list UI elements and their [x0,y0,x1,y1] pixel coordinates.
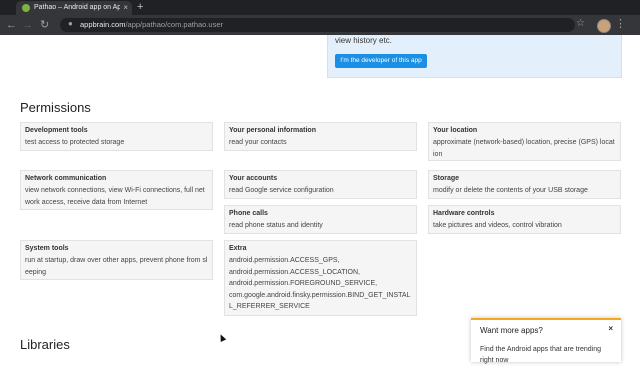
profile-avatar[interactable] [597,19,611,33]
browser-toolbar: ← → ↻ ● appbrain.com/app/pathao/com.path… [0,15,640,35]
permission-title: System tools [25,245,69,252]
back-icon[interactable]: ← [6,17,17,33]
developer-box: view history etc. I'm the developer of t… [327,35,622,78]
libraries-heading: Libraries [20,337,70,352]
permission-desc: run at startup, draw over other apps, pr… [25,257,208,276]
permission-title: Your accounts [229,175,278,182]
permission-card-accounts: Your accounts read Google service config… [224,170,417,199]
permission-desc: test access to protected storage [25,139,125,146]
more-apps-popup: Want more apps? × Find the Android apps … [471,318,621,364]
permission-card-hardware: Hardware controls take pictures and vide… [428,205,621,234]
permission-card-network: Network communication view network conne… [20,170,213,210]
url-host: appbrain.com [80,20,126,29]
permission-title: Your location [433,127,478,134]
mouse-cursor-icon [217,333,227,342]
permission-title: Hardware controls [433,210,495,217]
popup-desc[interactable]: Find the Android apps that are trending … [480,344,610,366]
permission-card-personal-info: Your personal information read your cont… [224,122,417,151]
bookmark-star-icon[interactable]: ☆ [576,18,585,29]
permission-desc: view network connections, view Wi-Fi con… [25,187,205,206]
browser-menu-icon[interactable]: ⋮ [615,17,626,30]
permissions-heading: Permissions [20,100,91,115]
new-tab-button[interactable]: + [137,1,143,14]
browser-tab[interactable]: Pathao – Android app on AppBr × [16,1,132,15]
permission-title: Storage [433,175,460,182]
popup-close-icon[interactable]: × [608,324,613,333]
permission-desc: read your contacts [229,139,287,146]
permission-desc: take pictures and videos, control vibrat… [433,222,562,229]
permission-card-storage: Storage modify or delete the contents of… [428,170,621,199]
url-text: appbrain.com/app/pathao/com.pathao.user [80,20,223,29]
developer-button[interactable]: I'm the developer of this app [335,54,427,68]
permission-card-extra: Extra android.permission.ACCESS_GPS, and… [224,240,417,316]
permission-card-location: Your location approximate (network-based… [428,122,621,161]
permission-desc: modify or delete the contents of your US… [433,187,588,194]
popup-title: Want more apps? [480,326,543,335]
tab-title: Pathao – Android app on AppBr [34,4,120,11]
permission-card-development-tools: Development tools test access to protect… [20,122,213,151]
favicon-icon [22,4,30,12]
permission-title: Extra [229,245,247,252]
permission-title: Network communication [25,175,107,182]
permission-desc: approximate (network-based) location, pr… [433,139,615,158]
permission-desc: android.permission.ACCESS_GPS, android.p… [229,257,411,310]
lock-icon: ● [68,19,73,28]
reload-icon[interactable]: ↻ [40,17,49,33]
permission-title: Development tools [25,127,88,134]
permission-card-phone-calls: Phone calls read phone status and identi… [224,205,417,234]
tab-close-icon[interactable]: × [123,1,128,15]
permission-desc: read Google service configuration [229,187,334,194]
developer-box-text: view history etc. [335,36,392,45]
tab-strip: Pathao – Android app on AppBr × + [0,0,640,15]
permission-title: Phone calls [229,210,268,217]
address-bar[interactable]: ● appbrain.com/app/pathao/com.pathao.use… [60,18,585,32]
permission-desc: read phone status and identity [229,222,323,229]
permission-title: Your personal information [229,127,316,134]
permission-card-system-tools: System tools run at startup, draw over o… [20,240,213,280]
url-path: /app/pathao/com.pathao.user [125,20,224,29]
forward-icon[interactable]: → [22,17,33,33]
